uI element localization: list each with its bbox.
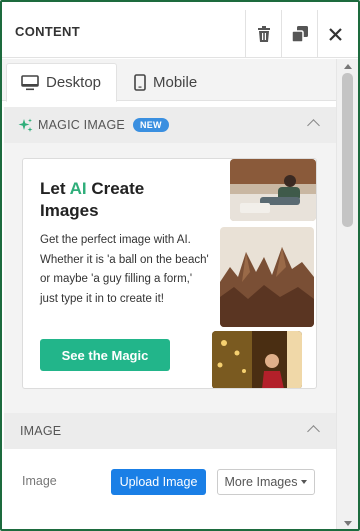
chevron-up-icon[interactable] [307,119,320,132]
new-badge: NEW [132,118,169,132]
see-the-magic-button[interactable]: See the Magic [40,339,170,371]
duplicate-button[interactable] [281,10,317,58]
more-images-dropdown[interactable]: More Images [217,469,315,495]
magic-image-heading: MAGIC IMAGE [38,118,125,132]
sample-image-reading [230,159,316,221]
promo-title-pre: Let [40,179,70,198]
mobile-icon [134,73,146,91]
device-tabs: Desktop Mobile [2,59,336,102]
scrollbar[interactable] [336,59,358,529]
promo-title-ai: AI [69,179,87,198]
sample-image-rocks [220,227,314,327]
scroll-down-arrow-icon[interactable] [344,521,352,526]
tab-desktop[interactable]: Desktop [6,63,117,102]
magic-promo-card: Let AI Create Images Get the perfect ima… [22,158,317,389]
tab-desktop-label: Desktop [46,74,102,91]
tab-mobile-label: Mobile [153,73,198,91]
panel-title: CONTENT [15,24,80,39]
delete-button[interactable] [245,10,281,58]
image-section-body: Image Upload Image More Images [4,449,336,529]
chevron-up-icon[interactable] [307,425,320,438]
upload-image-button[interactable]: Upload Image [111,469,206,495]
tab-mobile[interactable]: Mobile [120,63,211,101]
magic-image-section-header[interactable]: MAGIC IMAGE NEW [4,107,336,143]
sparkle-icon [18,118,33,132]
desktop-icon [21,74,39,90]
image-field-label: Image [22,474,57,488]
close-button[interactable] [317,10,353,58]
scroll-up-arrow-icon[interactable] [344,64,352,69]
content-panel: CONTENT Desktop Mobile MAGIC IMAGE NEW L… [0,0,360,531]
promo-title: Let AI Create Images [40,178,190,222]
close-icon [329,27,342,41]
caret-down-icon [301,480,308,484]
image-heading: IMAGE [20,424,62,438]
duplicate-icon [291,26,308,42]
scrollbar-thumb[interactable] [342,73,353,227]
panel-header: CONTENT [2,2,358,58]
magic-image-body: Let AI Create Images Get the perfect ima… [4,143,336,413]
sample-image-christmas [212,331,302,388]
more-images-label: More Images [224,475,298,489]
promo-description: Get the perfect image with AI. Whether i… [40,234,209,305]
trash-icon [257,26,270,42]
image-section-header[interactable]: IMAGE [4,413,336,449]
